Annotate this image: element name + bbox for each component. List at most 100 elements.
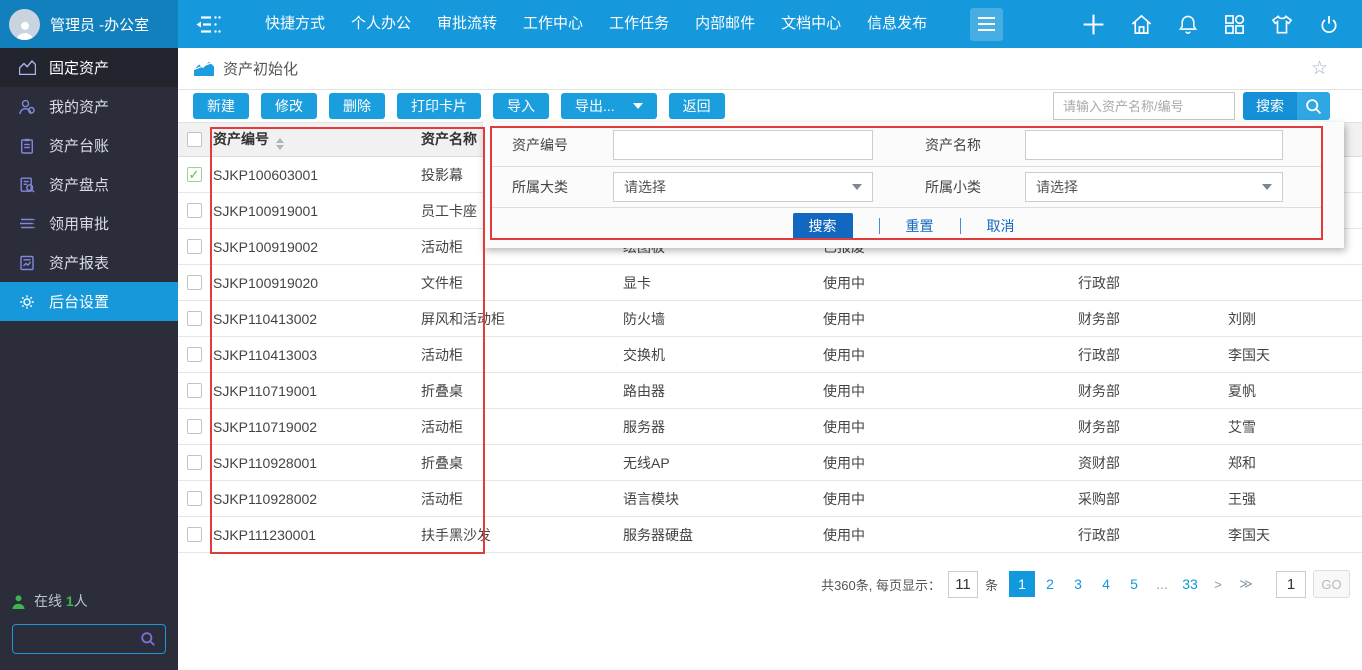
user-menu[interactable]: 管理员 -办公室 xyxy=(0,0,178,48)
sort-icon[interactable] xyxy=(276,138,284,150)
cell-asset-number: SJKP100919001 xyxy=(210,203,418,219)
cell-asset-number: SJKP110928001 xyxy=(210,455,418,471)
major-category-select[interactable]: 请选择 xyxy=(613,172,873,202)
bell-icon[interactable] xyxy=(1177,13,1199,36)
asset-search-input[interactable] xyxy=(1053,92,1235,120)
table-row[interactable]: SJKP110928001折叠桌无线AP使用中资财部郑和 xyxy=(178,445,1362,481)
nav-item-work-tasks[interactable]: 工作任务 xyxy=(596,0,682,48)
field-label-asset-number: 资产编号 xyxy=(512,130,568,160)
power-icon[interactable] xyxy=(1318,13,1340,36)
sidebar-item-backend-settings[interactable]: 后台设置 xyxy=(0,282,178,321)
cell-status: 使用中 xyxy=(820,525,1075,545)
list-icon[interactable] xyxy=(195,14,222,35)
nav-item-personal-office[interactable]: 个人办公 xyxy=(338,0,424,48)
row-checkbox[interactable] xyxy=(187,383,202,398)
table-row[interactable]: SJKP111230001扶手黑沙发服务器硬盘使用中行政部李国天 xyxy=(178,517,1362,553)
favorite-star-icon[interactable]: ☆ xyxy=(1311,59,1328,78)
theme-icon[interactable] xyxy=(1270,13,1294,36)
sidebar-search-input[interactable] xyxy=(22,632,140,647)
sidebar-item-fixed-assets[interactable]: 固定资产 xyxy=(0,48,178,87)
table-row[interactable]: SJKP110719001折叠桌路由器使用中财务部夏帆 xyxy=(178,373,1362,409)
topbar: 管理员 -办公室 快捷方式个人办公审批流转工作中心工作任务内部邮件文档中心信息发… xyxy=(0,0,1362,48)
cell-asset-name: 折叠桌 xyxy=(418,453,620,473)
row-checkbox[interactable] xyxy=(187,311,202,326)
cell-status: 使用中 xyxy=(820,345,1075,365)
next-page-button[interactable]: > xyxy=(1205,571,1231,597)
nav-item-document-center[interactable]: 文档中心 xyxy=(768,0,854,48)
row-checkbox[interactable] xyxy=(187,455,202,470)
export-button[interactable]: 导出... xyxy=(561,93,657,119)
cell-user: 李国天 xyxy=(1225,345,1362,365)
cell-item-name: 服务器 xyxy=(620,417,820,437)
page-button-1[interactable]: 1 xyxy=(1009,571,1035,597)
new-button[interactable]: 新建 xyxy=(193,93,249,119)
toolbar: 新建修改删除打印卡片导入 导出... 返回 搜索 xyxy=(178,90,1362,122)
row-checkbox[interactable] xyxy=(187,527,202,542)
table-row[interactable]: SJKP100919020文件柜显卡使用中行政部 xyxy=(178,265,1362,301)
page-button-5[interactable]: 5 xyxy=(1121,571,1147,597)
search-icon[interactable] xyxy=(140,631,156,647)
asset-search-button[interactable]: 搜索 xyxy=(1243,92,1330,120)
chevron-down-icon xyxy=(633,103,643,109)
page-button-2[interactable]: 2 xyxy=(1037,571,1063,597)
goto-page-input[interactable] xyxy=(1276,571,1306,598)
nav-item-info-publish[interactable]: 信息发布 xyxy=(854,0,940,48)
panel-cancel-button[interactable]: 取消 xyxy=(987,216,1015,236)
row-checkbox[interactable] xyxy=(187,347,202,362)
column-header-asset-number[interactable]: 资产编号 xyxy=(210,129,418,150)
sidebar-item-requisition-approval[interactable]: 领用审批 xyxy=(0,204,178,243)
table-row[interactable]: SJKP110413003活动柜交换机使用中行政部李国天 xyxy=(178,337,1362,373)
cell-asset-name: 活动柜 xyxy=(418,489,620,509)
modify-button[interactable]: 修改 xyxy=(261,93,317,119)
nav-item-work-center[interactable]: 工作中心 xyxy=(510,0,596,48)
page-button-3[interactable]: 3 xyxy=(1065,571,1091,597)
row-checkbox[interactable] xyxy=(187,491,202,506)
last-page-button[interactable]: ≫ xyxy=(1233,571,1259,597)
row-checkbox[interactable] xyxy=(187,419,202,434)
sidebar-item-asset-inventory[interactable]: 资产盘点 xyxy=(0,165,178,204)
sidebar: 固定资产我的资产资产台账资产盘点领用审批资产报表后台设置 在线 1人 xyxy=(0,48,178,670)
nav-item-internal-mail[interactable]: 内部邮件 xyxy=(682,0,768,48)
page-button-4[interactable]: 4 xyxy=(1093,571,1119,597)
minor-category-select[interactable]: 请选择 xyxy=(1025,172,1283,202)
page-size-input[interactable] xyxy=(948,571,978,598)
cell-asset-name: 屏风和活动柜 xyxy=(418,309,620,329)
plus-icon[interactable] xyxy=(1081,12,1106,37)
delete-button[interactable]: 删除 xyxy=(329,93,385,119)
table-row[interactable]: SJKP110719002活动柜服务器使用中财务部艾雪 xyxy=(178,409,1362,445)
import-button[interactable]: 导入 xyxy=(493,93,549,119)
table-row[interactable]: SJKP110928002活动柜语言模块使用中采购部王强 xyxy=(178,481,1362,517)
back-button[interactable]: 返回 xyxy=(669,93,725,119)
cell-department: 采购部 xyxy=(1075,489,1225,509)
row-checkbox[interactable]: ✓ xyxy=(187,167,202,182)
cell-asset-number: SJKP110928002 xyxy=(210,491,418,507)
panel-search-button[interactable]: 搜索 xyxy=(793,213,853,240)
hamburger-menu-button[interactable] xyxy=(970,8,1003,41)
go-button[interactable]: GO xyxy=(1313,570,1350,598)
nav-item-approval-flow[interactable]: 审批流转 xyxy=(424,0,510,48)
row-checkbox[interactable] xyxy=(187,275,202,290)
table-row[interactable]: SJKP110413002屏风和活动柜防火墙使用中财务部刘刚 xyxy=(178,301,1362,337)
cell-department: 行政部 xyxy=(1075,345,1225,365)
panel-reset-button[interactable]: 重置 xyxy=(906,216,934,236)
cell-item-name: 服务器硬盘 xyxy=(620,525,820,545)
cell-item-name: 无线AP xyxy=(620,453,820,473)
asset-number-field[interactable] xyxy=(613,130,873,160)
print-card-button[interactable]: 打印卡片 xyxy=(397,93,481,119)
sidebar-item-label: 我的资产 xyxy=(49,96,109,117)
apps-icon[interactable] xyxy=(1223,13,1246,36)
sidebar-item-asset-ledger[interactable]: 资产台账 xyxy=(0,126,178,165)
field-label-minor-category: 所属小类 xyxy=(925,172,981,202)
nav-item-shortcuts[interactable]: 快捷方式 xyxy=(252,0,338,48)
row-checkbox[interactable] xyxy=(187,203,202,218)
page-button-33[interactable]: 33 xyxy=(1177,571,1203,597)
select-all-checkbox[interactable] xyxy=(187,132,202,147)
field-label-asset-name: 资产名称 xyxy=(925,130,981,160)
sidebar-item-asset-reports[interactable]: 资产报表 xyxy=(0,243,178,282)
pagination-summary: 共360条, 每页显示： xyxy=(821,575,941,594)
home-icon[interactable] xyxy=(1130,13,1153,36)
row-checkbox[interactable] xyxy=(187,239,202,254)
gear-icon xyxy=(19,294,37,310)
asset-name-field[interactable] xyxy=(1025,130,1283,160)
sidebar-item-my-assets[interactable]: 我的资产 xyxy=(0,87,178,126)
